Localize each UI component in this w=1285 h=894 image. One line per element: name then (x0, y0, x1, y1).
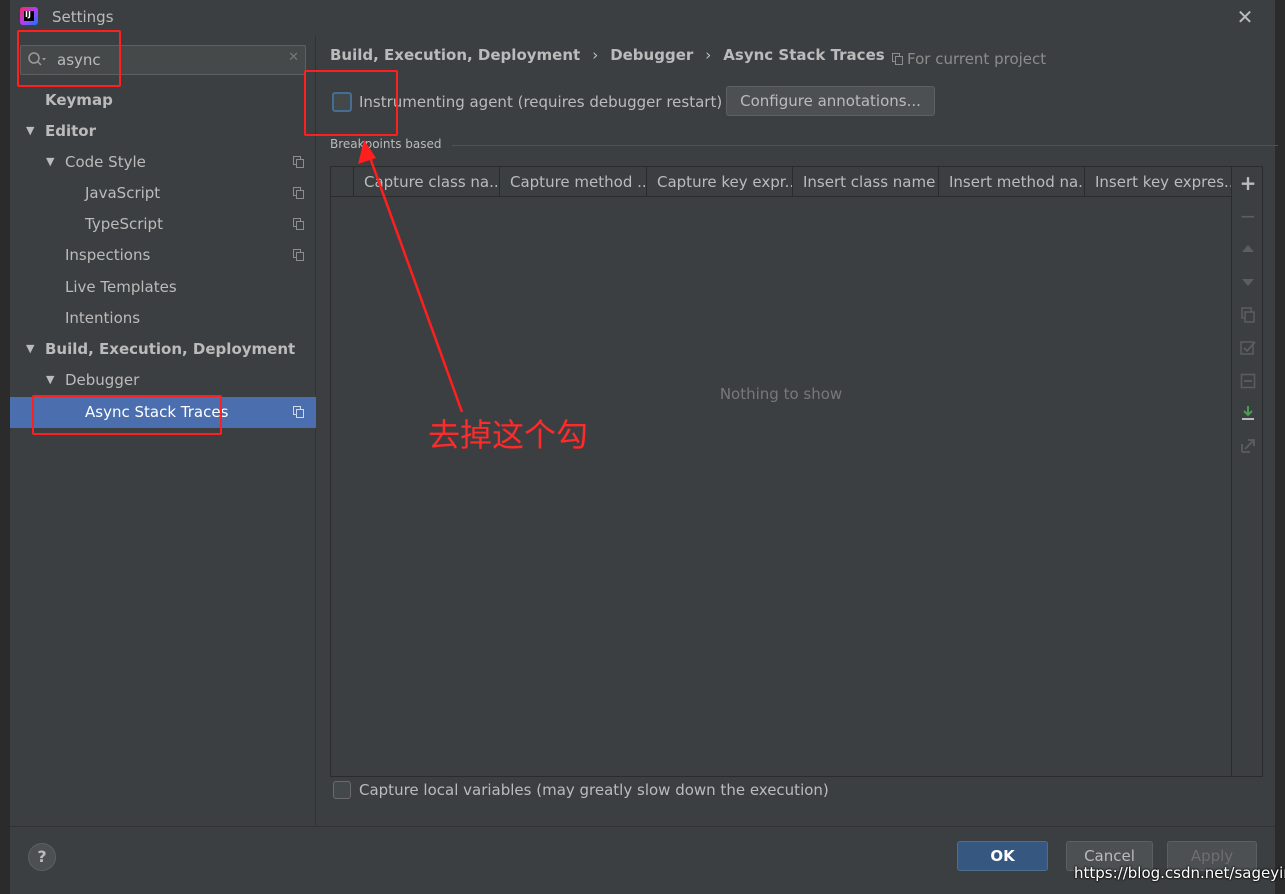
annotation-box-search (17, 30, 121, 87)
breadcrumb-async-stack-traces: Async Stack Traces (723, 46, 885, 64)
instrumenting-agent-label[interactable]: Instrumenting agent (requires debugger r… (359, 93, 722, 111)
tree-item-build-execution-deployment[interactable]: ▼ Build, Execution, Deployment (10, 334, 316, 364)
expand-arrow-icon[interactable]: ▼ (46, 365, 58, 395)
project-scope-icon (293, 406, 304, 418)
close-button[interactable]: ✕ (1234, 6, 1256, 28)
tree-item-label: Code Style (65, 153, 146, 171)
tree-item-label: Intentions (65, 309, 141, 327)
copy-icon[interactable] (1239, 306, 1257, 324)
import-icon[interactable] (1239, 404, 1257, 422)
project-scope-icon (293, 249, 304, 261)
expand-arrow-icon[interactable]: ▼ (26, 116, 38, 146)
title-bar: IJ Settings ✕ (10, 0, 1275, 36)
stack-traces-table[interactable]: Capture class na... Capture method ... C… (330, 166, 1232, 777)
breadcrumb-build[interactable]: Build, Execution, Deployment (330, 46, 580, 64)
breadcrumb: Build, Execution, Deployment › Debugger › As… (330, 46, 885, 64)
empty-table-text: Nothing to show (719, 385, 843, 403)
uncheck-all-icon[interactable] (1239, 372, 1257, 390)
tree-item-debugger[interactable]: ▼ Debugger (10, 365, 316, 395)
tree-item-label: Editor (45, 122, 96, 140)
tree-item-javascript[interactable]: JavaScript (10, 178, 316, 208)
capture-local-variables-checkbox[interactable] (333, 781, 351, 799)
annotation-box-checkbox (304, 70, 398, 136)
move-up-icon[interactable] (1239, 240, 1257, 258)
tree-item-label: Keymap (45, 91, 113, 109)
annotation-box-tree-item (32, 395, 222, 435)
expand-arrow-icon[interactable]: ▼ (26, 334, 38, 364)
background-ide-right-edge (1275, 0, 1285, 894)
tree-item-label: JavaScript (85, 184, 161, 202)
group-title-breakpoints-based: Breakpoints based (330, 137, 442, 151)
tree-item-code-style[interactable]: ▼ Code Style (10, 147, 316, 177)
breadcrumb-debugger[interactable]: Debugger (610, 46, 693, 64)
footer-separator (10, 826, 1275, 827)
tree-item-label: Inspections (65, 246, 151, 264)
tree-item-label: TypeScript (85, 215, 163, 233)
check-all-icon[interactable] (1239, 339, 1257, 357)
scope-label: For current project (907, 50, 1047, 68)
expand-arrow-icon[interactable]: ▼ (46, 147, 58, 177)
tree-item-typescript[interactable]: TypeScript (10, 209, 316, 239)
project-scope-icon (293, 187, 304, 199)
capture-local-variables-label[interactable]: Capture local variables (may greatly slo… (359, 781, 829, 799)
breadcrumb-separator: › (705, 46, 712, 64)
help-button[interactable]: ? (28, 843, 56, 871)
column-header[interactable]: Capture class na... (354, 167, 500, 197)
table-header-spacer (331, 167, 354, 197)
ok-button[interactable]: OK (957, 841, 1048, 871)
scope-indicator: For current project (892, 50, 1046, 68)
tree-item-live-templates[interactable]: Live Templates (10, 272, 316, 302)
tree-item-inspections[interactable]: Inspections (10, 240, 316, 270)
add-icon[interactable]: + (1239, 173, 1257, 193)
tree-item-keymap[interactable]: Keymap (10, 85, 316, 115)
configure-annotations-button[interactable]: Configure annotations... (726, 86, 935, 116)
column-header[interactable]: Capture key expr... (647, 167, 793, 197)
remove-icon[interactable]: − (1239, 206, 1257, 226)
table-toolbar: + − (1232, 166, 1263, 777)
tree-item-editor[interactable]: ▼ Editor (10, 116, 316, 146)
column-header[interactable]: Insert key expres... (1085, 167, 1231, 197)
clear-search-icon[interactable]: ✕ (288, 50, 299, 65)
watermark: https://blog.csdn.net/sageyin (1074, 864, 1285, 882)
settings-dialog: IJ Settings ✕ ✕ Keymap ▼ Editor ▼ Code S… (10, 0, 1278, 894)
project-scope-icon (892, 53, 903, 65)
tree-item-label: Live Templates (65, 278, 177, 296)
column-header[interactable]: Insert method na... (939, 167, 1085, 197)
column-header[interactable]: Insert class name (793, 167, 939, 197)
window-title: Settings (52, 8, 114, 26)
tree-item-label: Debugger (65, 371, 140, 389)
tree-item-intentions[interactable]: Intentions (10, 303, 316, 333)
breadcrumb-separator: › (592, 46, 599, 64)
tree-item-label: Build, Execution, Deployment (45, 340, 296, 358)
project-scope-icon (293, 218, 304, 230)
project-scope-icon (293, 156, 304, 168)
move-down-icon[interactable] (1239, 273, 1257, 291)
column-header[interactable]: Capture method ... (500, 167, 647, 197)
table-header: Capture class na... Capture method ... C… (331, 167, 1231, 197)
export-icon[interactable] (1239, 437, 1257, 455)
background-ide-edge (0, 0, 10, 894)
group-separator (452, 145, 1278, 146)
annotation-text: 去掉这个勾 (428, 416, 589, 454)
intellij-logo-icon: IJ (20, 7, 38, 25)
